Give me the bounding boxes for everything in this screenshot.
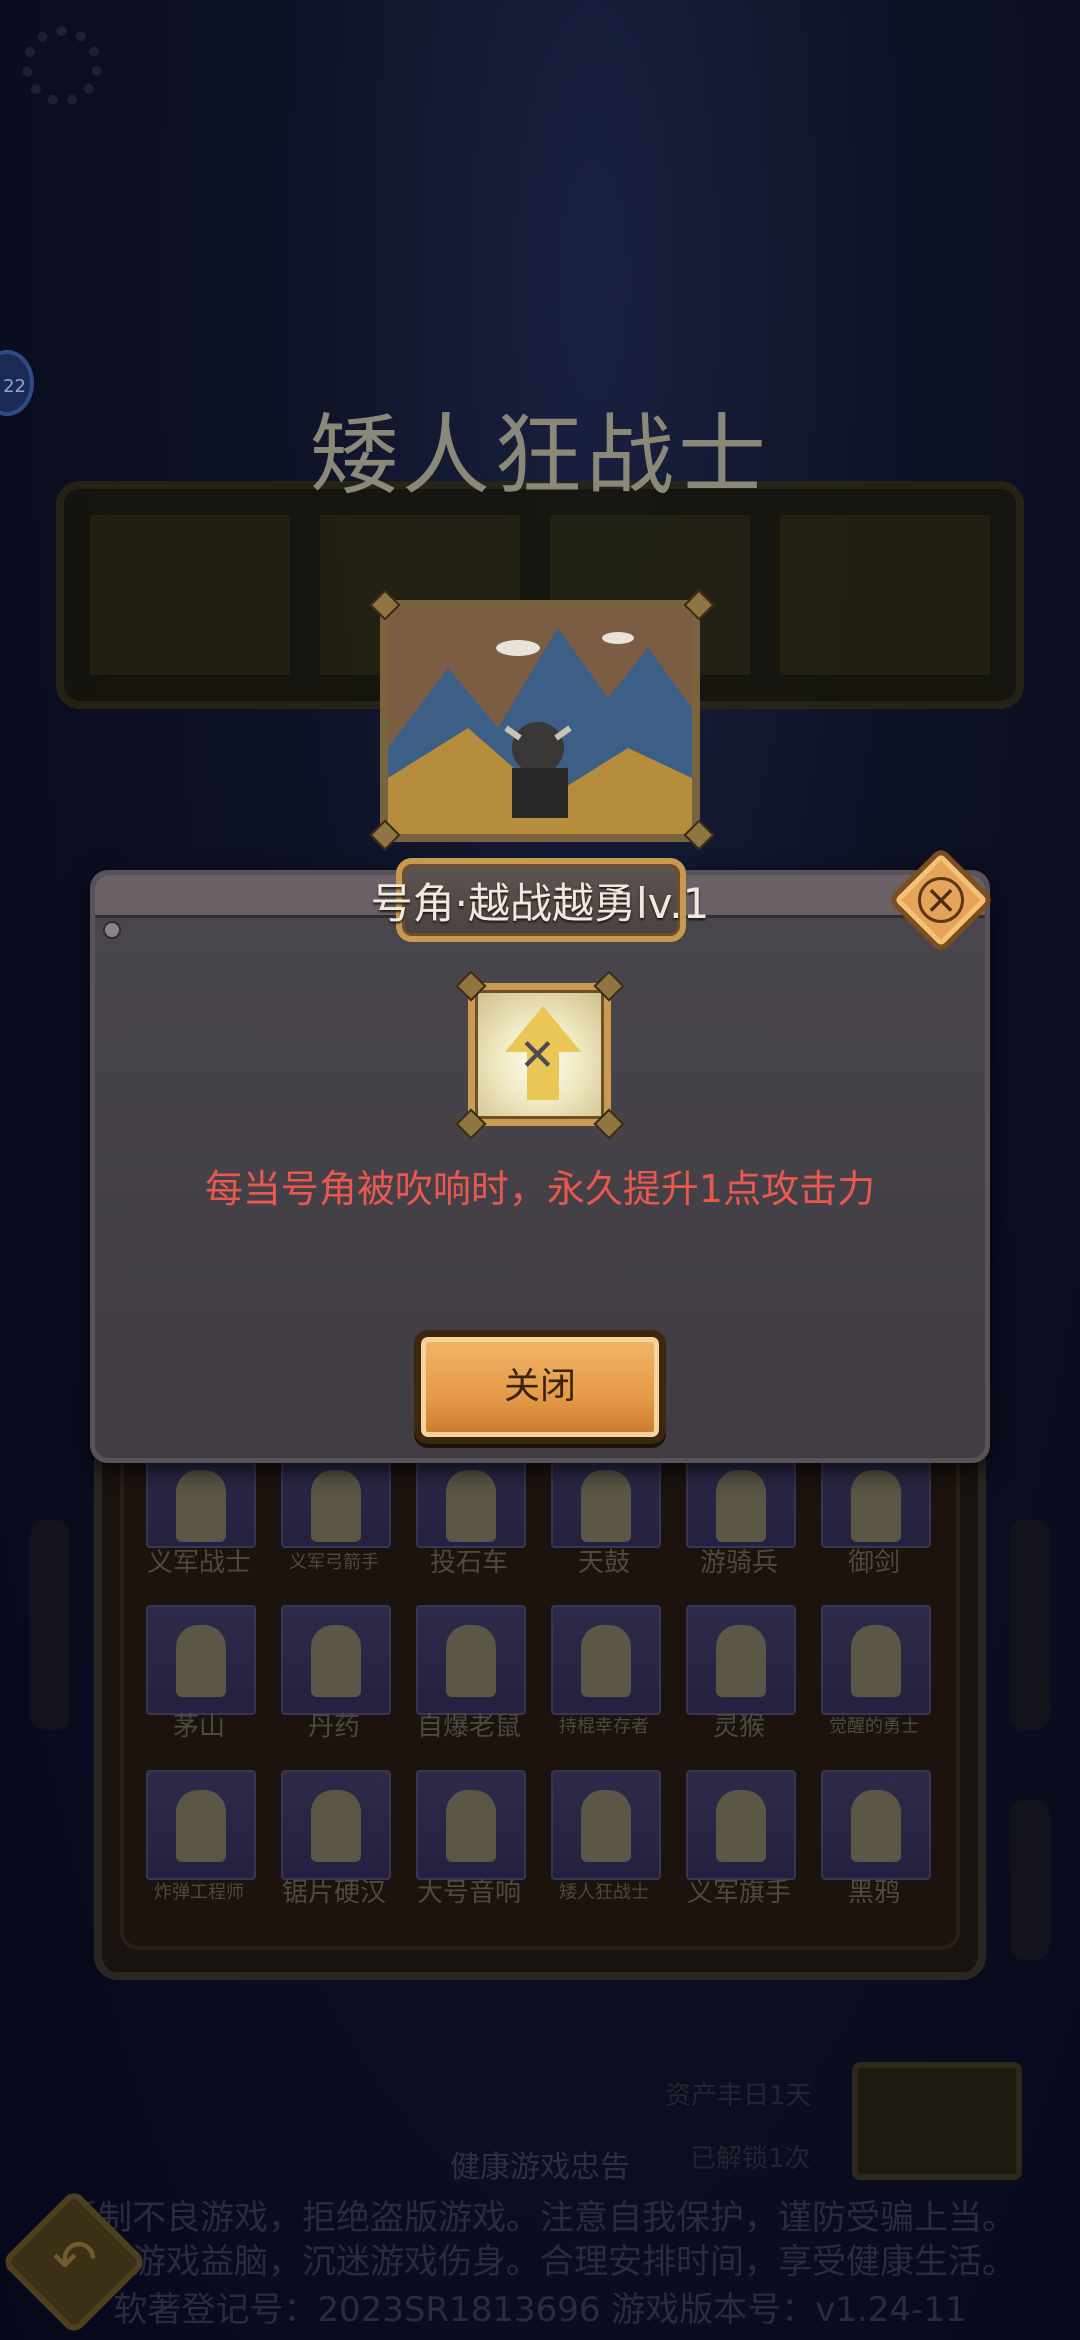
version-info: 软著登记号：2023SR1813696 游戏版本号：v1.24-11 bbox=[113, 2290, 967, 2330]
unit-portrait-icon bbox=[851, 1470, 901, 1542]
unit-portrait-icon bbox=[716, 1790, 766, 1862]
unit-label: 义军弓箭手 bbox=[289, 1552, 379, 1573]
unit-label: 义军战士 bbox=[146, 1548, 251, 1578]
unit-label: 丹药 bbox=[307, 1712, 360, 1742]
unit-label: 自爆老鼠 bbox=[416, 1712, 521, 1742]
game-screen: 22 矮人狂战士 义军战士 义军弓箭手 投石车 天鼓 游骑兵 御剑 茅山 丹药 自爆 bbox=[0, 0, 1080, 2340]
unit-card[interactable] bbox=[686, 1450, 796, 1548]
unit-portrait-icon bbox=[311, 1790, 361, 1862]
left-side-button[interactable] bbox=[30, 1520, 70, 1730]
unit-portrait-icon bbox=[176, 1790, 226, 1862]
settings-gear-icon[interactable] bbox=[22, 26, 102, 106]
axe-icon: ✕ bbox=[519, 1030, 556, 1081]
unit-card[interactable] bbox=[551, 1770, 661, 1880]
portrait-art-icon bbox=[388, 608, 692, 834]
unit-portrait-icon bbox=[851, 1790, 901, 1862]
unit-portrait-icon bbox=[311, 1625, 361, 1697]
unit-portrait-icon bbox=[716, 1470, 766, 1542]
unit-card[interactable] bbox=[146, 1605, 256, 1715]
unit-portrait-icon bbox=[581, 1625, 631, 1697]
unit-card[interactable] bbox=[821, 1605, 931, 1715]
unit-portrait-icon bbox=[176, 1625, 226, 1697]
right-side-button[interactable] bbox=[1010, 1520, 1050, 1730]
unit-portrait-icon bbox=[176, 1470, 226, 1542]
unit-card[interactable] bbox=[281, 1770, 391, 1880]
unit-portrait-icon bbox=[851, 1625, 901, 1697]
health-advice-line-2: 适度游戏益脑，沉迷游戏伤身。合理安排时间，享受健康生活。 bbox=[64, 2242, 1016, 2282]
unit-label: 大号音响 bbox=[416, 1878, 521, 1908]
close-button[interactable]: 关闭 bbox=[414, 1330, 666, 1444]
unit-label: 义军旗手 bbox=[686, 1878, 791, 1908]
unit-card[interactable] bbox=[281, 1450, 391, 1548]
dialog-title: 号角·越战越勇lv.1 bbox=[370, 879, 710, 928]
unit-portrait-icon bbox=[581, 1790, 631, 1862]
unit-card[interactable] bbox=[416, 1770, 526, 1880]
unit-portrait-icon bbox=[446, 1625, 496, 1697]
unit-label: 天鼓 bbox=[577, 1548, 630, 1578]
unit-label: 灵猴 bbox=[712, 1712, 765, 1742]
unit-card[interactable] bbox=[821, 1450, 931, 1548]
hero-portrait bbox=[380, 600, 700, 842]
close-icon: × bbox=[918, 877, 964, 923]
right-side-button-2[interactable] bbox=[1010, 1800, 1050, 1960]
unit-card[interactable] bbox=[146, 1770, 256, 1880]
health-advice-line-1: 抵制不良游戏，拒绝盗版游戏。注意自我保护，谨防受骗上当。 bbox=[64, 2198, 1016, 2238]
unit-card[interactable] bbox=[686, 1770, 796, 1880]
unit-portrait-icon bbox=[716, 1625, 766, 1697]
unit-label: 锯片硬汉 bbox=[281, 1878, 386, 1908]
unit-card[interactable] bbox=[416, 1605, 526, 1715]
unit-card[interactable] bbox=[281, 1605, 391, 1715]
health-advice-title: 健康游戏忠告 bbox=[450, 2150, 630, 2185]
horn-skill-icon: ✕ bbox=[468, 983, 611, 1126]
hero-name: 矮人狂战士 bbox=[309, 404, 770, 507]
unit-card[interactable] bbox=[551, 1605, 661, 1715]
unit-card[interactable] bbox=[686, 1605, 796, 1715]
unit-label: 黑鸦 bbox=[847, 1878, 900, 1908]
unit-card[interactable] bbox=[821, 1770, 931, 1880]
unit-card[interactable] bbox=[551, 1450, 661, 1548]
unit-portrait-icon bbox=[581, 1470, 631, 1542]
unit-label: 御剑 bbox=[847, 1548, 900, 1578]
unit-portrait-icon bbox=[446, 1470, 496, 1542]
unit-label: 持棍幸存者 bbox=[559, 1716, 649, 1737]
unit-label: 矮人狂战士 bbox=[559, 1882, 649, 1903]
unit-label: 茅山 bbox=[172, 1712, 225, 1742]
shop-line-1: 资产丰日1天 bbox=[665, 2081, 812, 2111]
skill-description: 每当号角被吹响时，永久提升1点攻击力 bbox=[204, 1167, 876, 1211]
unit-label: 游骑兵 bbox=[699, 1548, 778, 1578]
unit-label: 觉醒的勇士 bbox=[829, 1716, 919, 1737]
unit-label: 炸弹工程师 bbox=[154, 1882, 244, 1903]
unit-card[interactable] bbox=[416, 1450, 526, 1548]
unit-card[interactable] bbox=[146, 1450, 256, 1548]
unit-label: 投石车 bbox=[429, 1548, 508, 1578]
pin-icon bbox=[103, 921, 121, 939]
unit-portrait-icon bbox=[446, 1790, 496, 1862]
unit-portrait-icon bbox=[311, 1470, 361, 1542]
back-arrow-icon: ↶ bbox=[52, 2227, 98, 2291]
